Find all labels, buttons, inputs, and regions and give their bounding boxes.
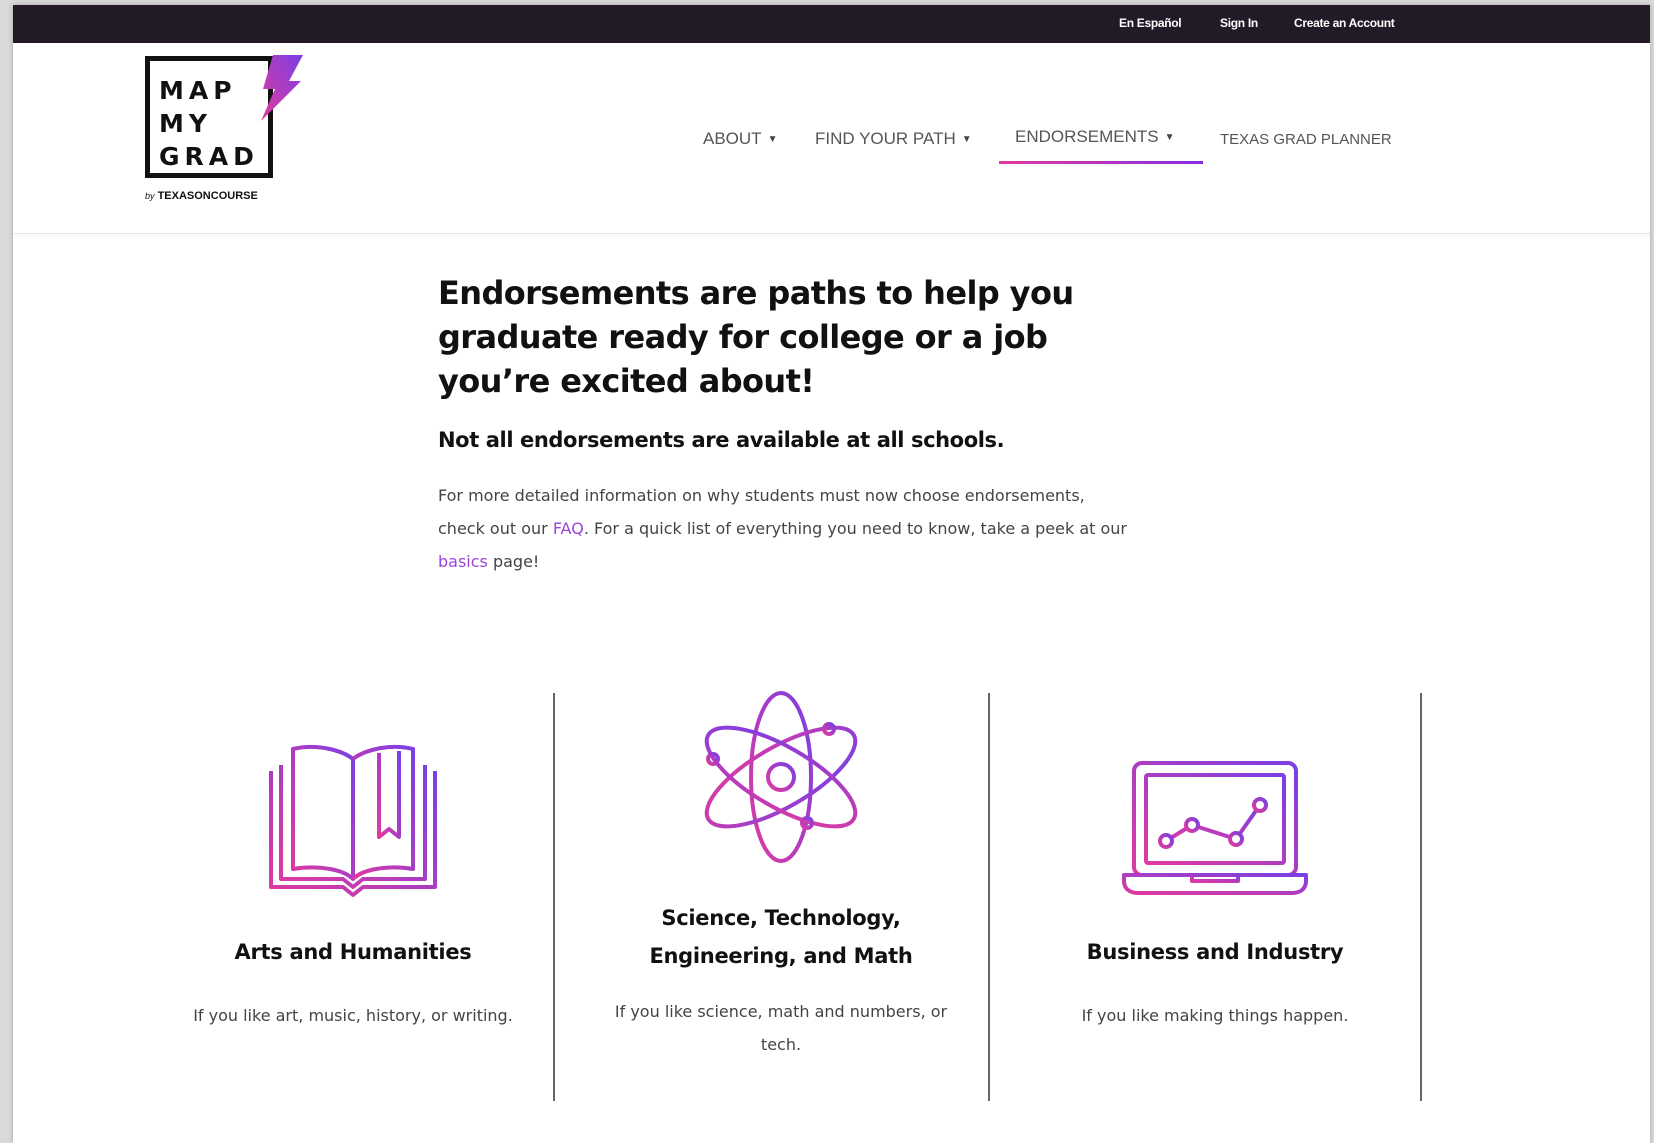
nav-find-your-path[interactable]: FIND YOUR PATH ▼ <box>815 129 972 149</box>
card-title: Arts and Humanities <box>234 940 472 964</box>
logo-brand: TEXASONCOURSE <box>157 190 258 202</box>
nav-endorsements[interactable]: ENDORSEMENTS ▼ <box>1015 127 1174 147</box>
sign-in-link[interactable]: Sign In <box>1220 16 1258 30</box>
site-header: MAP MY GRAD by TEXASONCOURSE ABOUT ▼ FIN… <box>13 43 1650 234</box>
caret-down-icon: ▼ <box>961 134 972 145</box>
nav-find-your-path-label: FIND YOUR PATH <box>815 129 956 148</box>
logo-wordmark: MAP MY GRAD <box>159 74 259 173</box>
intro-text-3: page! <box>487 552 540 571</box>
page-headline: Endorsements are paths to help you gradu… <box>438 274 1074 400</box>
card-description: If you like art, music, history, or writ… <box>193 1006 513 1025</box>
book-icon <box>269 744 437 897</box>
logo-line-map: MAP <box>159 76 237 105</box>
create-account-link[interactable]: Create an Account <box>1294 16 1395 30</box>
page: En Español Sign In Create an Account MAP… <box>13 5 1650 1143</box>
card-description: If you like science, math and numbers, o… <box>614 1002 948 1054</box>
caret-down-icon: ▼ <box>767 134 778 145</box>
lightning-bolt-icon <box>261 55 303 121</box>
espanol-link[interactable]: En Español <box>1119 16 1182 30</box>
nav-about-label: ABOUT <box>703 129 762 148</box>
laptop-chart-icon <box>1122 761 1308 895</box>
availability-note: Not all endorsements are available at al… <box>438 428 1005 452</box>
card-divider <box>553 693 555 1101</box>
map-my-grad-logo[interactable]: MAP MY GRAD by TEXASONCOURSE <box>145 55 325 216</box>
nav-grad-planner-label: TEXAS GRAD PLANNER <box>1220 131 1392 148</box>
endorsement-card-stem[interactable]: Science, Technology, Engineering, and Ma… <box>569 691 993 1101</box>
logo-line-grad: GRAD <box>159 142 259 171</box>
faq-link[interactable]: FAQ <box>553 519 584 538</box>
caret-down-icon: ▼ <box>1164 132 1175 143</box>
atom-icon <box>704 691 858 863</box>
utility-bar: En Español Sign In Create an Account <box>13 5 1650 43</box>
logo-line-my: MY <box>159 109 212 138</box>
card-divider <box>1420 693 1422 1101</box>
logo-by: by <box>145 191 155 201</box>
nav-texas-grad-planner[interactable]: TEXAS GRAD PLANNER <box>1220 131 1392 148</box>
intro-paragraph: For more detailed information on why stu… <box>438 479 1128 578</box>
endorsement-card-arts[interactable]: Arts and Humanities If you like art, mus… <box>153 693 553 1101</box>
active-nav-indicator <box>999 161 1203 164</box>
card-title: Business and Industry <box>1086 940 1344 964</box>
nav-endorsements-label: ENDORSEMENTS <box>1015 127 1159 146</box>
intro-text-2: . For a quick list of everything you nee… <box>583 519 1128 538</box>
card-description: If you like making things happen. <box>1081 1006 1349 1025</box>
card-divider <box>988 693 990 1101</box>
card-title: Science, Technology, Engineering, and Ma… <box>649 906 913 968</box>
basics-link[interactable]: basics <box>438 552 488 571</box>
nav-about[interactable]: ABOUT ▼ <box>703 129 777 149</box>
logo-byline: by TEXASONCOURSE <box>145 190 258 202</box>
endorsement-card-business[interactable]: Business and Industry If you like making… <box>1005 693 1425 1101</box>
